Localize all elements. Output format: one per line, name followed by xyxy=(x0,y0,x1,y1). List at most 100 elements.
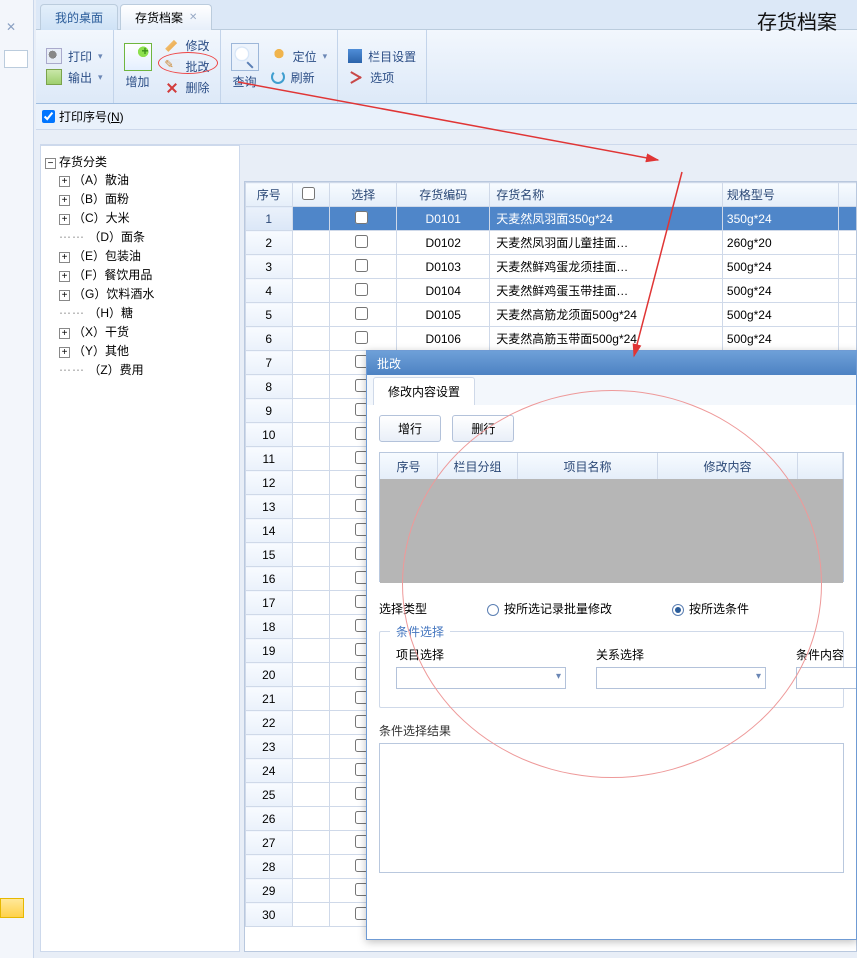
tree-item[interactable]: +（B）面粉 xyxy=(59,189,235,208)
mg-col-group[interactable]: 栏目分组 xyxy=(438,453,518,479)
tab-label: 存货档案 xyxy=(135,9,183,26)
locate-icon xyxy=(271,48,287,64)
radio-by-selection[interactable]: 按所选记录批量修改 xyxy=(487,600,612,617)
modify-button[interactable]: 修改 xyxy=(164,37,210,54)
mg-col-item[interactable]: 项目名称 xyxy=(518,453,658,479)
row-checkbox[interactable] xyxy=(355,235,368,248)
label-part: 打印序号( xyxy=(59,108,111,125)
print-icon xyxy=(46,48,62,64)
options-button[interactable]: 选项 xyxy=(348,69,416,86)
row-checkbox[interactable] xyxy=(355,331,368,344)
page-title: 存货档案 xyxy=(757,6,837,35)
edit-icon xyxy=(164,38,180,54)
col-name[interactable]: 存货名称 xyxy=(490,183,723,207)
row-checkbox[interactable] xyxy=(355,259,368,272)
mg-body-empty xyxy=(380,479,843,583)
expand-icon[interactable]: + xyxy=(59,214,70,225)
tab-label: 我的桌面 xyxy=(55,9,103,26)
col-spec[interactable]: 规格型号 xyxy=(722,183,838,207)
label: 打印 xyxy=(68,48,92,65)
dialog-tab-content[interactable]: 修改内容设置 xyxy=(373,377,475,405)
rail-search-input[interactable] xyxy=(4,50,28,68)
modify-items-grid: 序号 栏目分组 项目名称 修改内容 xyxy=(379,452,844,582)
add-row-button[interactable]: 增行 xyxy=(379,415,441,442)
condition-fieldset: 条件选择 项目选择 关系选择 条件内容 xyxy=(379,631,844,708)
expand-icon[interactable]: + xyxy=(59,195,70,206)
tree-item[interactable]: +（F）餐饮用品 xyxy=(59,265,235,284)
label: 输出 xyxy=(68,69,92,86)
tree-item[interactable]: +（C）大米 xyxy=(59,208,235,227)
condition-value-input[interactable] xyxy=(796,667,856,689)
delete-icon xyxy=(164,80,180,96)
table-row[interactable]: 2D0102天麦然凤羽面儿童挂面…260g*205.20693446800532… xyxy=(246,231,857,255)
relation-select-combo[interactable] xyxy=(596,667,766,689)
table-row[interactable]: 5D0105天麦然高筋龙须面500g*24500g*2412.006934468… xyxy=(246,303,857,327)
expand-icon[interactable]: + xyxy=(59,347,70,358)
delete-button[interactable]: 删除 xyxy=(164,79,210,96)
delete-row-button[interactable]: 删行 xyxy=(452,415,514,442)
expand-icon[interactable]: + xyxy=(59,290,70,301)
rail-indicator xyxy=(0,898,24,918)
col-select-check[interactable] xyxy=(292,183,330,207)
expand-icon[interactable]: + xyxy=(59,271,70,282)
output-button[interactable]: 输出 ▾ xyxy=(46,69,103,86)
col-code[interactable]: 存货编码 xyxy=(397,183,490,207)
tab-desktop[interactable]: 我的桌面 xyxy=(40,4,118,30)
expand-icon[interactable]: + xyxy=(59,176,70,187)
dialog-title: 批改 xyxy=(367,351,856,375)
tree-item[interactable]: +（G）饮料酒水 xyxy=(59,284,235,303)
row-checkbox[interactable] xyxy=(355,283,368,296)
column-settings-button[interactable]: 栏目设置 xyxy=(348,48,416,65)
expand-icon[interactable]: + xyxy=(59,328,70,339)
table-row[interactable]: 1D0101天麦然凤羽面350g*24350g*248.406934468004… xyxy=(246,207,857,231)
col-weight[interactable]: 毛重毛重 xyxy=(839,183,856,207)
locate-button[interactable]: 定位 ▾ xyxy=(271,48,328,65)
close-icon[interactable]: ✕ xyxy=(189,12,197,23)
col-select[interactable]: 选择 xyxy=(330,183,397,207)
category-tree[interactable]: −存货分类 +（A）散油+（B）面粉+（C）大米⋯⋯ （D）面条+（E）包装油+… xyxy=(40,145,240,952)
label: 查询 xyxy=(233,73,257,90)
close-icon[interactable]: ✕ xyxy=(6,20,16,34)
tab-inventory[interactable]: 存货档案 ✕ xyxy=(120,4,212,30)
select-all-checkbox[interactable] xyxy=(302,187,315,200)
refresh-button[interactable]: 刷新 xyxy=(271,69,328,86)
mg-col-idx[interactable]: 序号 xyxy=(380,453,438,479)
refresh-icon xyxy=(271,70,285,84)
options-icon xyxy=(348,69,364,85)
item-select-label: 项目选择 xyxy=(396,646,566,663)
tree-item[interactable]: ⋯⋯ （D）面条 xyxy=(59,227,235,246)
mg-col-content[interactable]: 修改内容 xyxy=(658,453,798,479)
row-checkbox[interactable] xyxy=(355,211,368,224)
radio-icon xyxy=(487,604,499,616)
collapse-icon[interactable]: − xyxy=(45,158,56,169)
radio-label: 按所选条件 xyxy=(689,602,749,616)
query-button[interactable]: 查询 xyxy=(231,43,259,90)
radio-by-condition[interactable]: 按所选条件 xyxy=(672,600,749,617)
columns-icon xyxy=(348,49,362,63)
condition-result-box xyxy=(379,743,844,873)
item-select-combo[interactable] xyxy=(396,667,566,689)
tree-item[interactable]: +（A）散油 xyxy=(59,170,235,189)
label-end: ) xyxy=(120,110,124,124)
table-row[interactable]: 6D0106天麦然高筋玉带面500g*24500g*2412.006934468… xyxy=(246,327,857,351)
table-row[interactable]: 3D0103天麦然鲜鸡蛋龙须挂面…500g*2412.0069344680044… xyxy=(246,255,857,279)
radio-label: 按所选记录批量修改 xyxy=(504,602,612,616)
print-button[interactable]: 打印 ▾ xyxy=(46,48,103,65)
col-index[interactable]: 序号 xyxy=(246,183,293,207)
tree-item[interactable]: +（X）干货 xyxy=(59,322,235,341)
mg-col-spacer xyxy=(798,453,843,479)
expand-icon[interactable]: + xyxy=(59,252,70,263)
tree-item[interactable]: ⋯⋯ （Z）费用 xyxy=(59,360,235,379)
result-label: 条件选择结果 xyxy=(379,722,844,739)
add-button[interactable]: 增加 xyxy=(124,43,152,90)
tree-item[interactable]: +（Y）其他 xyxy=(59,341,235,360)
batch-modify-button[interactable]: 批改 xyxy=(164,58,210,75)
relation-select-label: 关系选择 xyxy=(596,646,766,663)
radio-icon xyxy=(672,604,684,616)
tree-item[interactable]: ⋯⋯ （H）糖 xyxy=(59,303,235,322)
label-key: N xyxy=(111,110,120,124)
print-serial-checkbox[interactable] xyxy=(42,110,55,123)
row-checkbox[interactable] xyxy=(355,307,368,320)
tree-item[interactable]: +（E）包装油 xyxy=(59,246,235,265)
table-row[interactable]: 4D0104天麦然鲜鸡蛋玉带挂面…500g*2412.0069344680044… xyxy=(246,279,857,303)
